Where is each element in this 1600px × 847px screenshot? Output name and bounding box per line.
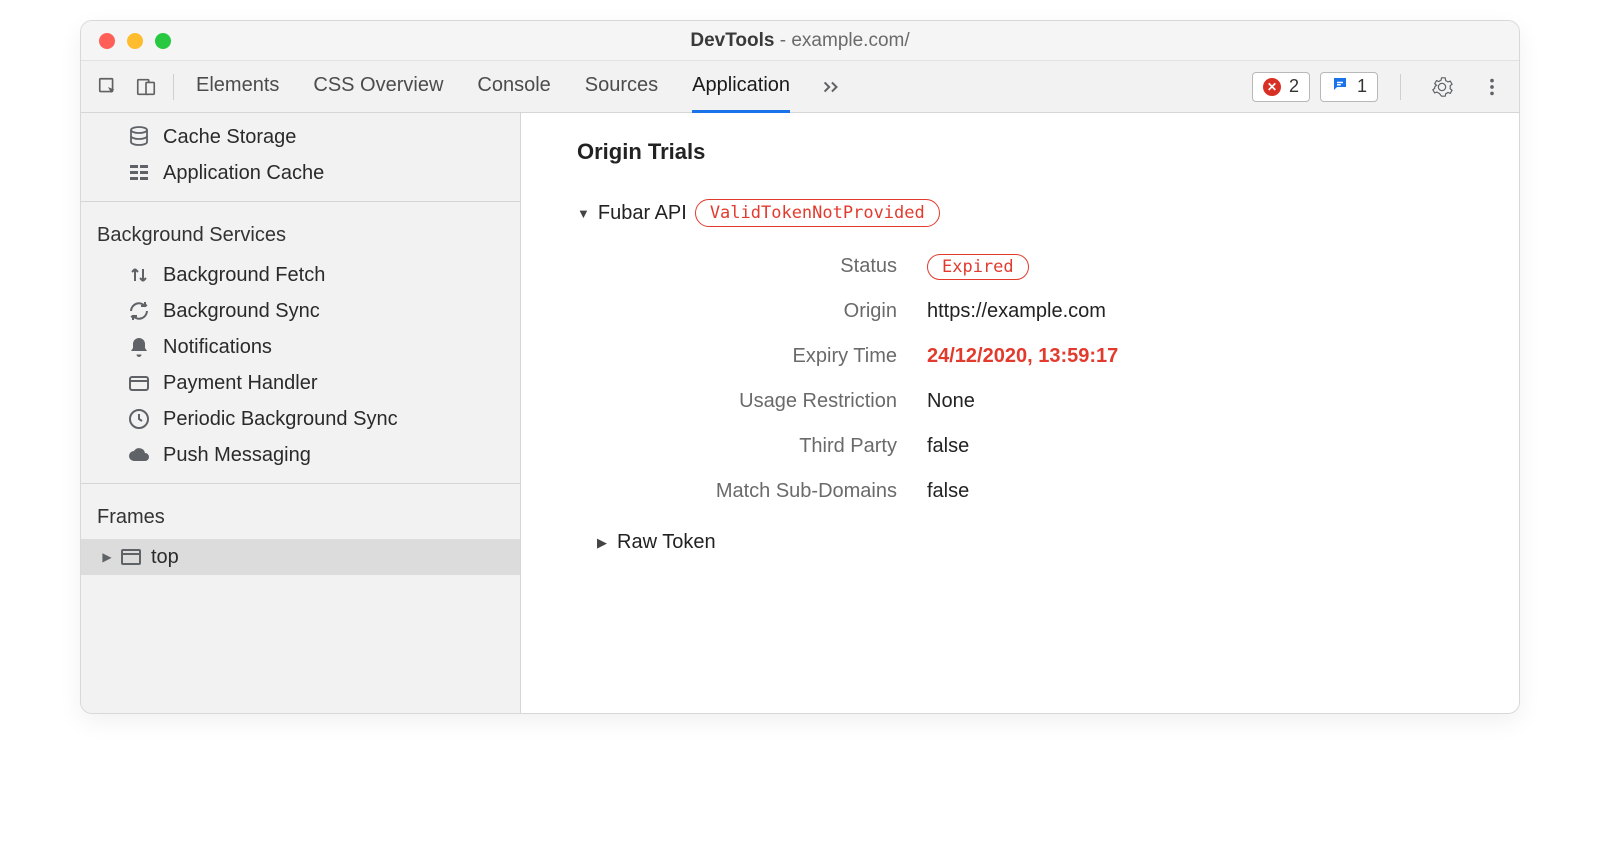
sidebar-item-periodic-sync[interactable]: Periodic Background Sync [81,401,520,437]
raw-token-label: Raw Token [617,531,716,554]
window-icon [119,545,143,569]
sidebar-item-label: Application Cache [163,162,324,185]
sidebar-group-frames: Frames ▶ top [81,483,520,585]
trial-row[interactable]: ▼ Fubar API ValidTokenNotProvided [577,199,1479,227]
credit-card-icon [127,371,151,395]
third-party-label: Third Party [597,435,897,458]
window-controls [81,33,171,49]
settings-icon[interactable] [1427,72,1457,102]
status-badge: Expired [927,254,1029,280]
sidebar-group-cache: Cache Storage Application Cache [81,113,520,201]
expiry-label: Expiry Time [597,345,897,368]
database-icon [127,125,151,149]
collapse-triangle-icon: ▼ [577,206,590,221]
title-doc: example.com/ [791,30,909,51]
tab-elements[interactable]: Elements [196,61,279,113]
usage-restriction-value: None [927,390,1479,413]
section-heading: Origin Trials [577,139,1479,165]
tab-css-overview[interactable]: CSS Overview [313,61,443,113]
more-options-icon[interactable] [1477,72,1507,102]
grid-icon [127,161,151,185]
errors-chip[interactable]: ✕ 2 [1252,72,1310,102]
origin-value: https://example.com [927,300,1479,323]
sidebar-item-label: top [151,546,179,569]
up-down-arrows-icon [127,263,151,287]
devtools-window: DevTools - example.com/ Elements CSS Ove… [80,20,1520,714]
zoom-window-icon[interactable] [155,33,171,49]
minimize-window-icon[interactable] [127,33,143,49]
tab-console[interactable]: Console [477,61,550,113]
clock-icon [127,407,151,431]
trial-name: Fubar API [598,202,687,225]
sidebar-item-push-messaging[interactable]: Push Messaging [81,437,520,473]
separator [1400,74,1401,100]
title-app: DevTools [690,30,774,51]
sidebar-item-background-fetch[interactable]: Background Fetch [81,257,520,293]
sidebar-header-background: Background Services [81,208,520,257]
panel-tabs: Elements CSS Overview Console Sources Ap… [196,61,790,113]
more-tabs-icon[interactable] [816,72,846,102]
titlebar: DevTools - example.com/ [81,21,1519,61]
window-title: DevTools - example.com/ [81,30,1519,52]
sidebar-item-label: Periodic Background Sync [163,408,398,431]
issue-icon [1331,75,1349,98]
issues-count: 1 [1357,76,1367,97]
sidebar-header-frames: Frames [81,490,520,539]
sidebar-item-label: Cache Storage [163,126,296,149]
expand-triangle-icon: ▶ [101,550,113,564]
sidebar-item-notifications[interactable]: Notifications [81,329,520,365]
expiry-value: 24/12/2020, 13:59:17 [927,345,1479,368]
sidebar-item-application-cache[interactable]: Application Cache [81,155,520,191]
sidebar-item-label: Payment Handler [163,372,318,395]
third-party-value: false [927,435,1479,458]
separator [173,74,174,100]
sidebar-item-cache-storage[interactable]: Cache Storage [81,119,520,155]
expand-triangle-icon: ▶ [597,535,607,551]
tab-sources[interactable]: Sources [585,61,658,113]
main-panel: Origin Trials ▼ Fubar API ValidTokenNotP… [521,113,1519,713]
bell-icon [127,335,151,359]
sidebar-group-background: Background Services Background Fetch Bac… [81,201,520,483]
token-status-badge: ValidTokenNotProvided [695,199,940,227]
inspect-element-icon[interactable] [93,72,123,102]
application-sidebar: Cache Storage Application Cache Backgrou… [81,113,521,713]
sidebar-item-frame-top[interactable]: ▶ top [81,539,520,575]
sidebar-item-payment-handler[interactable]: Payment Handler [81,365,520,401]
toolbar: Elements CSS Overview Console Sources Ap… [81,61,1519,113]
panel-body: Cache Storage Application Cache Backgrou… [81,113,1519,713]
usage-restriction-label: Usage Restriction [597,390,897,413]
sidebar-item-label: Background Sync [163,300,320,323]
issues-chip[interactable]: 1 [1320,72,1378,102]
sidebar-item-label: Notifications [163,336,272,359]
close-window-icon[interactable] [99,33,115,49]
title-sep: - [774,30,791,51]
device-toolbar-icon[interactable] [131,72,161,102]
origin-label: Origin [597,300,897,323]
status-value: Expired [927,255,1479,278]
error-icon: ✕ [1263,78,1281,96]
tab-application[interactable]: Application [692,61,790,113]
status-badges: ✕ 2 1 [1252,72,1378,102]
status-label: Status [597,255,897,278]
sync-icon [127,299,151,323]
raw-token-row[interactable]: ▶ Raw Token [597,531,1479,554]
errors-count: 2 [1289,76,1299,97]
sidebar-item-label: Push Messaging [163,444,311,467]
cloud-icon [127,443,151,467]
sidebar-item-background-sync[interactable]: Background Sync [81,293,520,329]
match-subdomains-label: Match Sub-Domains [597,480,897,503]
sidebar-item-label: Background Fetch [163,264,325,287]
match-subdomains-value: false [927,480,1479,503]
trial-details: Status Expired Origin https://example.co… [597,255,1479,503]
